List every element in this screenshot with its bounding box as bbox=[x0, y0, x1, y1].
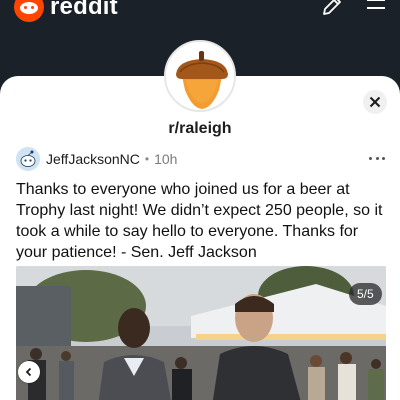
community-avatar[interactable] bbox=[164, 40, 236, 112]
post-title[interactable]: Thanks to everyone who joined us for a b… bbox=[16, 179, 388, 263]
more-options-icon bbox=[369, 156, 372, 160]
menu-icon[interactable] bbox=[364, 0, 388, 18]
chevron-left-icon bbox=[25, 367, 32, 377]
post-image[interactable] bbox=[16, 266, 386, 400]
reddit-brand[interactable]: reddit bbox=[14, 0, 118, 22]
post-meta: JeffJacksonNC • 10h bbox=[16, 147, 177, 171]
gallery-counter: 5/5 bbox=[349, 283, 382, 305]
meta-separator: • bbox=[144, 152, 150, 166]
close-icon bbox=[369, 96, 381, 108]
author-avatar[interactable] bbox=[16, 147, 40, 171]
brand-name: reddit bbox=[50, 0, 118, 20]
author-username[interactable]: JeffJacksonNC bbox=[46, 151, 140, 167]
post-age: 10h bbox=[154, 151, 178, 167]
close-button[interactable] bbox=[363, 90, 387, 114]
snoo-avatar-icon bbox=[16, 147, 40, 171]
community-name[interactable]: r/raleigh bbox=[0, 120, 400, 138]
reddit-logo-icon bbox=[14, 0, 44, 22]
event-photo bbox=[16, 266, 386, 400]
gallery-prev-button[interactable] bbox=[18, 361, 40, 383]
edit-icon[interactable] bbox=[320, 0, 344, 18]
top-bar: reddit bbox=[0, 0, 400, 30]
more-options-button[interactable] bbox=[364, 150, 390, 166]
